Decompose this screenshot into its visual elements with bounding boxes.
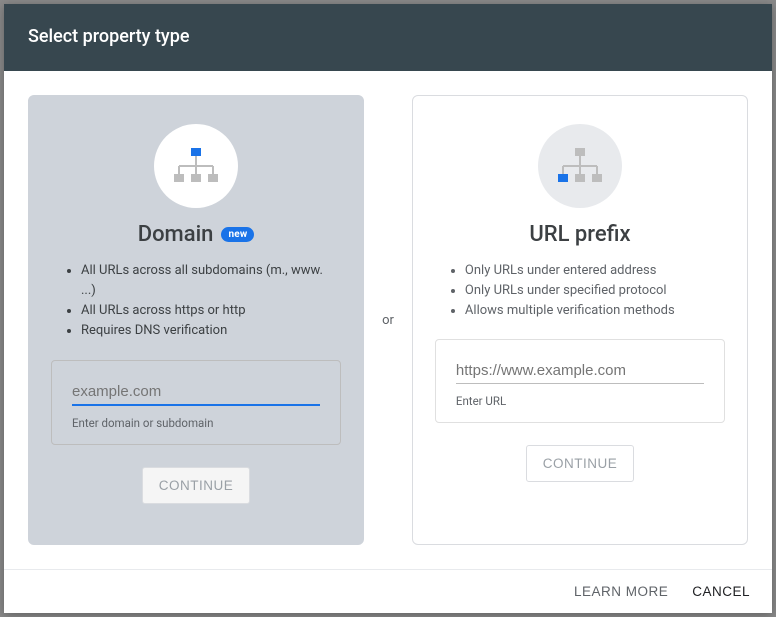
sitemap-icon <box>171 146 221 186</box>
url-title-row: URL prefix <box>529 222 630 247</box>
list-item: Allows multiple verification methods <box>465 301 719 321</box>
domain-card-title: Domain <box>138 222 214 247</box>
url-icon-circle <box>538 124 622 208</box>
list-item: All URLs across all subdomains (m., www.… <box>81 261 335 301</box>
domain-continue-button[interactable]: CONTINUE <box>142 467 251 504</box>
domain-title-row: Domain new <box>138 222 255 247</box>
url-helper: Enter URL <box>456 394 704 408</box>
domain-input-box: Enter domain or subdomain <box>51 360 341 445</box>
url-prefix-card[interactable]: URL prefix Only URLs under entered addre… <box>412 95 748 545</box>
domain-icon-circle <box>154 124 238 208</box>
sitemap-icon <box>555 146 605 186</box>
list-item: Only URLs under specified protocol <box>465 281 719 301</box>
cancel-button[interactable]: CANCEL <box>692 584 750 599</box>
dialog-body: Domain new All URLs across all subdomain… <box>4 71 772 569</box>
domain-input[interactable] <box>72 381 320 406</box>
list-item: Requires DNS verification <box>81 321 335 341</box>
dialog-footer: LEARN MORE CANCEL <box>4 569 772 613</box>
dialog-header: Select property type <box>4 4 772 71</box>
domain-bullets: All URLs across all subdomains (m., www.… <box>51 261 341 342</box>
domain-card[interactable]: Domain new All URLs across all subdomain… <box>28 95 364 545</box>
new-badge: new <box>221 227 254 242</box>
property-type-dialog: Select property type Domain new <box>4 4 772 613</box>
list-item: All URLs across https or http <box>81 301 335 321</box>
list-item: Only URLs under entered address <box>465 261 719 281</box>
domain-helper: Enter domain or subdomain <box>72 416 320 430</box>
url-bullets: Only URLs under entered address Only URL… <box>435 261 725 321</box>
or-separator: or <box>364 313 412 328</box>
url-card-title: URL prefix <box>529 222 630 247</box>
url-continue-button[interactable]: CONTINUE <box>526 445 635 482</box>
url-input[interactable] <box>456 360 704 384</box>
url-input-box: Enter URL <box>435 339 725 423</box>
learn-more-button[interactable]: LEARN MORE <box>574 584 668 599</box>
dialog-title: Select property type <box>28 26 190 47</box>
